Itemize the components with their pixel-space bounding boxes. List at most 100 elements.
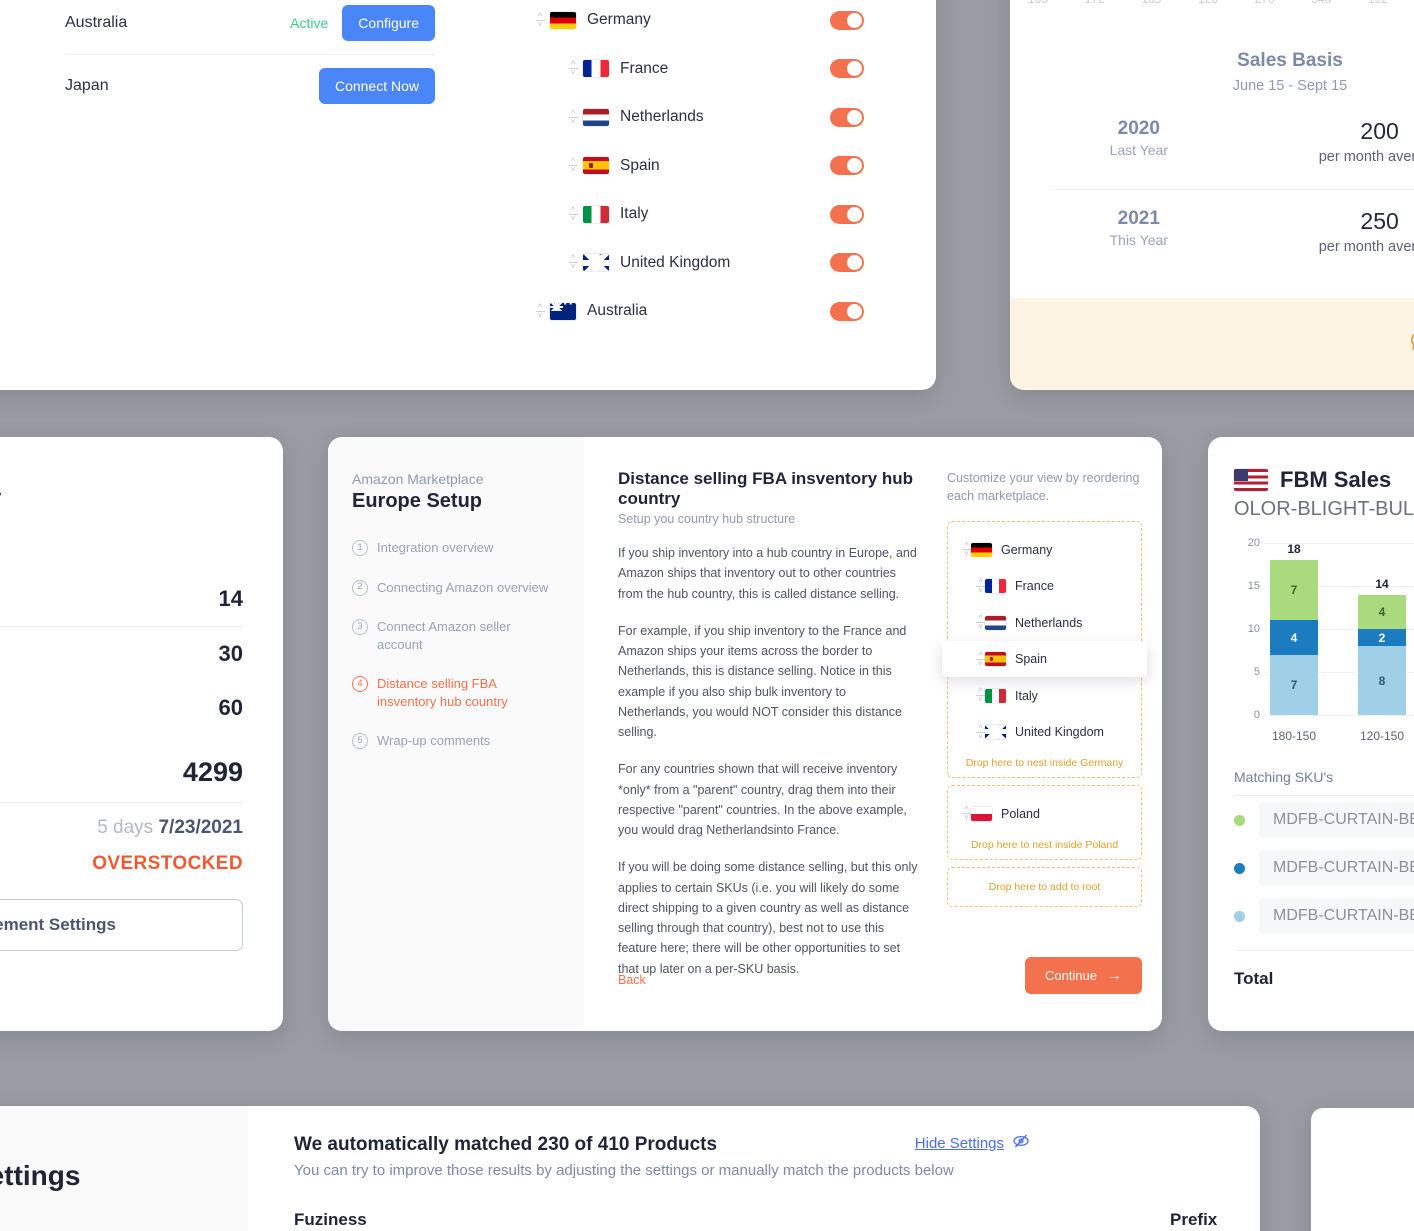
bar-value-label: 165	[1028, 0, 1048, 6]
country-row[interactable]: ^ ˅ France	[530, 45, 870, 94]
draggable-country-row[interactable]: ^ ˅ United Kingdom	[948, 714, 1141, 751]
drag-handle-icon[interactable]: ^ ˅	[530, 302, 550, 319]
germany-drop-group[interactable]: ^ ˅ Germany ^ ˅ France ^ ˅ Netherlands ^ ˅ Spain ^ ˅ I…	[942, 521, 1147, 779]
back-button[interactable]: Back	[618, 973, 646, 987]
root-drop-zone[interactable]: Drop here to add to root	[947, 866, 1142, 907]
draggable-country-row[interactable]: ^ ˅ Germany	[948, 531, 1141, 568]
draggable-country-row[interactable]: ^ ˅ Italy	[948, 677, 1141, 714]
fbm-sales-card: FBM Sales OLOR-BLIGHT-BULB-MC 0 5 10 15 20 1…	[1208, 437, 1414, 1031]
series-color-dot	[1234, 910, 1245, 922]
country-row[interactable]: ^ ˅ Netherlands	[530, 93, 870, 142]
spain-flag-icon	[985, 652, 1006, 666]
wizard-step-1[interactable]: 1 Integration overview	[352, 539, 558, 557]
country-toggle[interactable]	[830, 204, 864, 224]
country-label: Australia	[587, 302, 648, 320]
draggable-country-row[interactable]: ^ ˅ Poland	[948, 795, 1141, 832]
replenish-value: 4299	[182, 757, 243, 787]
year-label: This Year	[1109, 232, 1168, 248]
replenishment-settings-button[interactable]: lenishement Settings	[0, 899, 243, 951]
step-number: 3	[352, 619, 368, 636]
drop-hint-germany: Drop here to nest inside Germany	[965, 757, 1124, 770]
list-item[interactable]: MDFB-CURTAIN-BEI	[1234, 796, 1414, 844]
bar-segment: 4	[1270, 620, 1318, 655]
matching-main: We automatically matched 230 of 410 Prod…	[248, 1106, 1260, 1231]
drop-hint-root: Drop here to add to root	[988, 880, 1101, 893]
column-header-fuziness: Fuziness	[294, 1210, 367, 1229]
drag-handle-icon[interactable]: ^ ˅	[563, 60, 583, 77]
configure-button[interactable]: Configure	[342, 5, 435, 41]
country-row[interactable]: ^ ˅ Italy	[530, 190, 870, 239]
country-toggle[interactable]	[830, 156, 864, 176]
connect-now-button[interactable]: Connect Now	[318, 67, 435, 104]
info-banner[interactable]: Find out more ho	[1010, 298, 1414, 390]
drag-handle-icon[interactable]: ^ ˅	[962, 805, 971, 822]
sku-label: LOBE-100FT	[0, 520, 243, 544]
bar-value-label: 165	[1141, 0, 1161, 6]
continue-button[interactable]: Continue →	[1024, 957, 1142, 994]
table-row[interactable]: Australia Active Configure	[65, 0, 435, 54]
drag-handle-icon[interactable]: ^ ˅	[563, 254, 583, 271]
drag-handle-icon[interactable]: ^ ˅	[962, 541, 971, 558]
product-matching-card: Settings We automatically matched 230 of…	[0, 1106, 1260, 1231]
row-actions: Active Configure	[290, 5, 435, 41]
country-row[interactable]: ^ ˅ Spain	[530, 142, 870, 191]
drag-handle-icon[interactable]: ^ ˅	[563, 157, 583, 174]
wizard-step-4[interactable]: 4 Distance selling FBA insventory hub cou…	[352, 675, 558, 710]
draggable-country-row[interactable]: ^ ˅ France	[948, 568, 1141, 605]
divider	[1052, 189, 1414, 190]
bar-total-label: 14	[1375, 576, 1389, 591]
y-axis-tick: 0	[1253, 709, 1260, 721]
drag-handle-icon[interactable]: ^ ˅	[976, 650, 985, 667]
country-toggle[interactable]	[830, 59, 864, 79]
chart-value-labels: 165172165120270340192321282279	[1028, 0, 1414, 6]
bar-segment: 2	[1358, 629, 1406, 647]
hide-settings-button[interactable]: Hide Settings	[915, 1132, 1030, 1154]
drag-handle-icon[interactable]: ^ ˅	[976, 687, 985, 704]
country-label: Germany	[587, 11, 651, 29]
drag-handle-icon[interactable]: ^ ˅	[530, 11, 550, 28]
drag-handle-icon[interactable]: ^ ˅	[563, 205, 583, 222]
draggable-country-row[interactable]: ^ ˅ Netherlands	[948, 604, 1141, 641]
drag-handle-icon[interactable]: ^ ˅	[976, 614, 985, 631]
country-row[interactable]: ^ ˅ Germany	[530, 0, 870, 45]
y-axis-tick: 5	[1253, 666, 1260, 678]
row-value: 14	[218, 586, 243, 611]
country-toggle[interactable]	[830, 107, 864, 127]
fbm-header: FBM Sales	[1234, 467, 1414, 493]
wizard-sidebar: Amazon Marketplace Europe Setup 1 Integra…	[328, 437, 584, 1031]
drag-handle-icon[interactable]: ^ ˅	[976, 723, 985, 740]
draggable-country-row[interactable]: ^ ˅ Spain	[942, 640, 1147, 678]
table-row[interactable]: Japan Connect Now	[65, 54, 435, 116]
bar-total-label: 18	[1287, 542, 1301, 557]
drag-handle-icon[interactable]: ^ ˅	[563, 108, 583, 125]
wizard-footer: Back Continue →	[584, 943, 1162, 1031]
country-row[interactable]: ^ ˅ United Kingdom	[530, 239, 870, 288]
wizard-step-2[interactable]: 2 Connecting Amazon overview	[352, 579, 558, 597]
list-item[interactable]: MDFB-CURTAIN-BEI	[1234, 892, 1414, 940]
status-badge: OVERSTOCKED	[92, 853, 243, 874]
bar-value-label: 172	[1085, 0, 1105, 6]
sku-label: MDFB-CURTAIN-BEI	[1259, 898, 1414, 934]
country-toggle[interactable]	[830, 301, 864, 321]
country-toggle[interactable]	[830, 253, 864, 273]
drag-handle-icon[interactable]: ^ ˅	[976, 577, 985, 594]
page-title: Europe Setup	[352, 490, 483, 512]
replenish-row: Replenish 4299	[0, 735, 243, 802]
country-row[interactable]: ^˅ Australia	[530, 287, 870, 336]
united-kingdom-flag-icon	[583, 254, 609, 272]
row-value: 60	[218, 695, 243, 720]
date-value: 7/23/2021	[158, 817, 243, 838]
step-label: Connect Amazon seller account	[377, 619, 511, 652]
poland-drop-group[interactable]: ^ ˅ Poland Drop here to nest inside Poland	[947, 785, 1142, 860]
step-number: 5	[352, 733, 368, 750]
wizard-step-5[interactable]: 5 Wrap-up comments	[352, 732, 558, 750]
match-subline: You can try to improve those results by …	[294, 1162, 954, 1179]
country-toggle[interactable]	[830, 10, 864, 30]
step-label: Integration overview	[377, 540, 494, 555]
list-item[interactable]: MDFB-CURTAIN-BEI	[1234, 844, 1414, 892]
country-label: Germany	[1001, 542, 1053, 557]
series-color-dot	[1234, 862, 1245, 874]
bar-column: 14 4 2 8	[1358, 577, 1406, 715]
wizard-step-3[interactable]: 3 Connect Amazon seller account	[352, 618, 558, 653]
marketplace-connection-list: Australia Active Configure Japan Connect…	[65, 0, 435, 116]
